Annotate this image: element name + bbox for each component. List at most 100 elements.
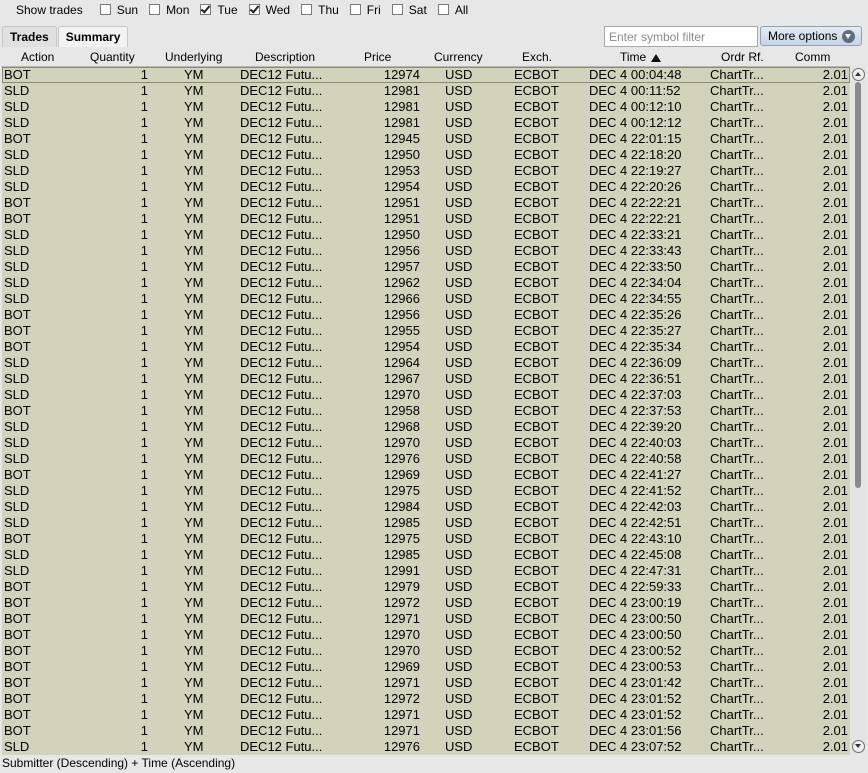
table-row[interactable]: SLD 1 YM DEC12 Futu... 12975 USD ECBOT DEC 4 22… bbox=[2, 483, 850, 499]
table-row[interactable]: BOT 1 YM DEC12 Futu... 12958 USD ECBOT DEC 4 22… bbox=[2, 403, 850, 419]
table-row[interactable]: SLD 1 YM DEC12 Futu... 12991 USD ECBOT DEC 4 22… bbox=[2, 563, 850, 579]
table-row[interactable]: SLD 1 YM DEC12 Futu... 12953 USD ECBOT DEC 4 22… bbox=[2, 163, 850, 179]
column-header-quantity[interactable]: Quantity bbox=[90, 50, 135, 64]
table-row[interactable]: SLD 1 YM DEC12 Futu... 12966 USD ECBOT DEC 4 22… bbox=[2, 291, 850, 307]
table-row[interactable]: SLD 1 YM DEC12 Futu... 12981 USD ECBOT DEC 4 00… bbox=[2, 99, 850, 115]
cell-quantity: 1 bbox=[140, 531, 148, 546]
day-filter-all[interactable]: All bbox=[437, 3, 468, 17]
table-row[interactable]: SLD 1 YM DEC12 Futu... 12950 USD ECBOT DEC 4 22… bbox=[2, 227, 850, 243]
more-options-button[interactable]: More options bbox=[760, 26, 862, 46]
table-row[interactable]: BOT 1 YM DEC12 Futu... 12945 USD ECBOT DEC 4 22… bbox=[2, 131, 850, 147]
table-row[interactable]: BOT 1 YM DEC12 Futu... 12972 USD ECBOT DEC 4 23… bbox=[2, 691, 850, 707]
day-filter-sat[interactable]: Sat bbox=[391, 3, 427, 17]
column-header-action[interactable]: Action bbox=[21, 50, 54, 64]
cell-order-ref: ChartTr... bbox=[710, 451, 764, 466]
scroll-down-icon[interactable] bbox=[852, 740, 865, 753]
table-row[interactable]: SLD 1 YM DEC12 Futu... 12962 USD ECBOT DEC 4 22… bbox=[2, 275, 850, 291]
column-header-underlying[interactable]: Underlying bbox=[165, 50, 222, 64]
cell-exchange: ECBOT bbox=[514, 531, 559, 546]
table-row[interactable]: SLD 1 YM DEC12 Futu... 12954 USD ECBOT DEC 4 22… bbox=[2, 179, 850, 195]
symbol-filter-input[interactable] bbox=[604, 26, 758, 47]
table-row[interactable]: SLD 1 YM DEC12 Futu... 12956 USD ECBOT DEC 4 22… bbox=[2, 243, 850, 259]
table-row[interactable]: BOT 1 YM DEC12 Futu... 12951 USD ECBOT DEC 4 22… bbox=[2, 195, 850, 211]
cell-exchange: ECBOT bbox=[514, 707, 559, 722]
column-header-description[interactable]: Description bbox=[255, 50, 315, 64]
cell-commission: 2.01 bbox=[822, 275, 848, 290]
table-row[interactable]: BOT 1 YM DEC12 Futu... 12951 USD ECBOT DEC 4 22… bbox=[2, 211, 850, 227]
table-row[interactable]: BOT 1 YM DEC12 Futu... 12972 USD ECBOT DEC 4 23… bbox=[2, 595, 850, 611]
table-row[interactable]: SLD 1 YM DEC12 Futu... 12976 USD ECBOT DEC 4 22… bbox=[2, 451, 850, 467]
day-filter-sun[interactable]: Sun bbox=[99, 3, 138, 17]
table-row[interactable]: BOT 1 YM DEC12 Futu... 12956 USD ECBOT DEC 4 22… bbox=[2, 307, 850, 323]
checkbox[interactable] bbox=[437, 4, 449, 15]
table-row[interactable]: SLD 1 YM DEC12 Futu... 12970 USD ECBOT DEC 4 22… bbox=[2, 435, 850, 451]
table-row[interactable]: BOT 1 YM DEC12 Futu... 12955 USD ECBOT DEC 4 22… bbox=[2, 323, 850, 339]
checkbox[interactable] bbox=[99, 4, 111, 15]
cell-quantity: 1 bbox=[140, 483, 148, 498]
table-row[interactable]: BOT 1 YM DEC12 Futu... 12970 USD ECBOT DEC 4 23… bbox=[2, 627, 850, 643]
cell-quantity: 1 bbox=[140, 323, 148, 338]
cell-exchange: ECBOT bbox=[514, 403, 559, 418]
cell-commission: 2.01 bbox=[822, 691, 848, 706]
checkbox[interactable] bbox=[248, 4, 260, 15]
column-header-currency[interactable]: Currency bbox=[434, 50, 483, 64]
table-row[interactable]: SLD 1 YM DEC12 Futu... 12981 USD ECBOT DEC 4 00… bbox=[2, 83, 850, 99]
day-filter-thu[interactable]: Thu bbox=[301, 3, 339, 17]
cell-description: DEC12 Futu... bbox=[240, 307, 323, 322]
table-row[interactable]: SLD 1 YM DEC12 Futu... 12985 USD ECBOT DEC 4 22… bbox=[2, 515, 850, 531]
tab-summary[interactable]: Summary bbox=[57, 26, 129, 47]
table-row[interactable]: SLD 1 YM DEC12 Futu... 12964 USD ECBOT DEC 4 22… bbox=[2, 355, 850, 371]
table-row[interactable]: BOT 1 YM DEC12 Futu... 12975 USD ECBOT DEC 4 22… bbox=[2, 531, 850, 547]
day-filter-tue[interactable]: Tue bbox=[200, 3, 238, 17]
table-row[interactable]: BOT 1 YM DEC12 Futu... 12971 USD ECBOT DEC 4 23… bbox=[2, 611, 850, 627]
table-row[interactable]: SLD 1 YM DEC12 Futu... 12985 USD ECBOT DEC 4 22… bbox=[2, 547, 850, 563]
table-row[interactable]: BOT 1 YM DEC12 Futu... 12954 USD ECBOT DEC 4 22… bbox=[2, 339, 850, 355]
column-header-time[interactable]: Time bbox=[620, 50, 662, 64]
table-row[interactable]: BOT 1 YM DEC12 Futu... 12971 USD ECBOT DEC 4 23… bbox=[2, 707, 850, 723]
checkbox[interactable] bbox=[391, 4, 403, 15]
column-header-order-ref[interactable]: Ordr Rf. bbox=[721, 50, 764, 64]
table-row[interactable]: SLD 1 YM DEC12 Futu... 12967 USD ECBOT DEC 4 22… bbox=[2, 371, 850, 387]
table-row[interactable]: SLD 1 YM DEC12 Futu... 12981 USD ECBOT DEC 4 00… bbox=[2, 115, 850, 131]
table-row[interactable]: SLD 1 YM DEC12 Futu... 12957 USD ECBOT DEC 4 22… bbox=[2, 259, 850, 275]
checkbox[interactable] bbox=[301, 4, 313, 15]
table-row[interactable]: BOT 1 YM DEC12 Futu... 12969 USD ECBOT DEC 4 22… bbox=[2, 467, 850, 483]
cell-action: SLD bbox=[4, 435, 30, 450]
column-header-commission[interactable]: Comm bbox=[795, 50, 830, 64]
day-filter-wed[interactable]: Wed bbox=[248, 3, 290, 17]
checkbox[interactable] bbox=[349, 4, 361, 15]
cell-underlying: YM bbox=[184, 227, 204, 242]
cell-action: BOT bbox=[4, 627, 31, 642]
table-row[interactable]: SLD 1 YM DEC12 Futu... 12984 USD ECBOT DEC 4 22… bbox=[2, 499, 850, 515]
checkbox[interactable] bbox=[200, 4, 212, 15]
table-row[interactable]: BOT 1 YM DEC12 Futu... 12971 USD ECBOT DEC 4 23… bbox=[2, 723, 850, 739]
cell-exchange: ECBOT bbox=[514, 275, 559, 290]
cell-description: DEC12 Futu... bbox=[240, 451, 323, 466]
vertical-scrollbar[interactable] bbox=[851, 66, 866, 754]
table-row[interactable]: BOT 1 YM DEC12 Futu... 12971 USD ECBOT DEC 4 23… bbox=[2, 675, 850, 691]
table-row[interactable]: SLD 1 YM DEC12 Futu... 12970 USD ECBOT DEC 4 22… bbox=[2, 387, 850, 403]
scrollbar-thumb[interactable] bbox=[855, 82, 861, 488]
cell-underlying: YM bbox=[184, 115, 204, 130]
table-row[interactable]: BOT 1 YM DEC12 Futu... 12974 USD ECBOT DEC 4 00… bbox=[2, 67, 850, 83]
cell-time: DEC 4 23:00:19 bbox=[589, 595, 682, 610]
day-filter-mon[interactable]: Mon bbox=[149, 3, 189, 17]
table-row[interactable]: BOT 1 YM DEC12 Futu... 12979 USD ECBOT DEC 4 22… bbox=[2, 579, 850, 595]
tab-trades[interactable]: Trades bbox=[2, 26, 57, 47]
cell-underlying: YM bbox=[184, 147, 204, 162]
cell-order-ref: ChartTr... bbox=[710, 435, 764, 450]
column-header-exchange[interactable]: Exch. bbox=[522, 50, 552, 64]
table-row[interactable]: SLD 1 YM DEC12 Futu... 12976 USD ECBOT DEC 4 23… bbox=[2, 739, 850, 755]
table-row[interactable]: SLD 1 YM DEC12 Futu... 12950 USD ECBOT DEC 4 22… bbox=[2, 147, 850, 163]
table-row[interactable]: BOT 1 YM DEC12 Futu... 12970 USD ECBOT DEC 4 23… bbox=[2, 643, 850, 659]
cell-exchange: ECBOT bbox=[514, 355, 559, 370]
table-row[interactable]: BOT 1 YM DEC12 Futu... 12969 USD ECBOT DEC 4 23… bbox=[2, 659, 850, 675]
day-filter-fri[interactable]: Fri bbox=[349, 3, 381, 17]
cell-order-ref: ChartTr... bbox=[710, 723, 764, 738]
checkbox[interactable] bbox=[149, 4, 161, 15]
cell-commission: 2.01 bbox=[822, 483, 848, 498]
scroll-up-icon[interactable] bbox=[852, 68, 865, 81]
column-header-price[interactable]: Price bbox=[364, 50, 391, 64]
table-row[interactable]: SLD 1 YM DEC12 Futu... 12968 USD ECBOT DEC 4 22… bbox=[2, 419, 850, 435]
cell-price: 12979 bbox=[383, 579, 420, 594]
